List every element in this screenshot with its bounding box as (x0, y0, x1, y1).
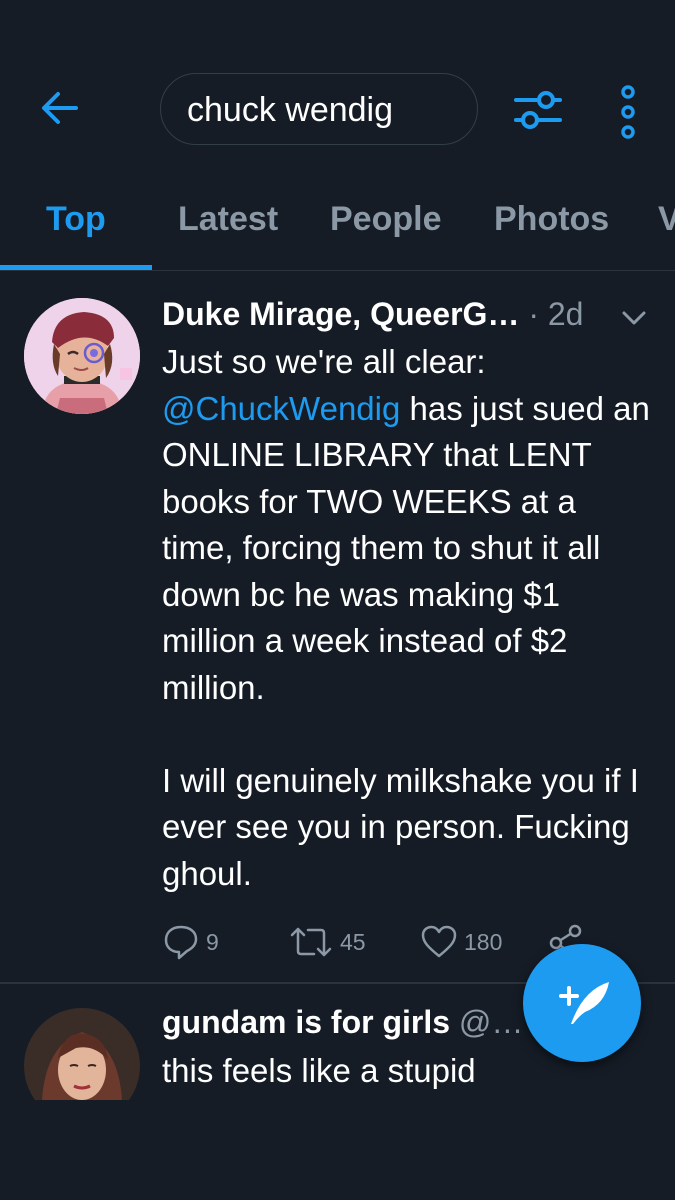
retweet-button[interactable]: 45 (288, 920, 366, 964)
author-handle: @… (458, 1004, 524, 1040)
tab-photos[interactable]: Photos (494, 200, 609, 239)
reply-icon (164, 925, 198, 960)
author-name[interactable]: Duke Mirage, QueerG… (162, 296, 519, 332)
active-tab-indicator (0, 265, 152, 270)
tab-top[interactable]: Top (46, 200, 106, 239)
more-options-icon[interactable] (614, 84, 642, 140)
chevron-down-icon[interactable] (620, 308, 648, 328)
like-count: 180 (464, 928, 503, 955)
timestamp: · 2d (528, 296, 584, 332)
reply-button[interactable]: 9 (162, 920, 219, 964)
search-input[interactable]: chuck wendig (160, 73, 478, 145)
avatar[interactable] (24, 298, 140, 414)
tweet-text-part: Just so we're all clear: (162, 343, 486, 380)
tab-people[interactable]: People (330, 200, 441, 239)
bottom-blank-area (0, 1100, 675, 1200)
compose-feather-icon (559, 982, 609, 1024)
tweet-header: gundam is for girls @… (162, 1004, 523, 1041)
like-button[interactable]: 180 (420, 920, 502, 964)
compose-tweet-button[interactable] (523, 944, 641, 1062)
tab-latest[interactable]: Latest (178, 200, 278, 239)
author-name[interactable]: gundam is for girls (162, 1004, 450, 1040)
tweet-header: Duke Mirage, QueerG… · 2d (162, 296, 583, 333)
reply-count: 9 (206, 928, 219, 955)
back-arrow-icon[interactable] (38, 86, 82, 130)
retweet-count: 45 (340, 928, 366, 955)
search-results-screen: chuck wendig Top Latest People Photos V (0, 0, 675, 1100)
top-bar: chuck wendig (0, 60, 675, 160)
heart-icon (421, 925, 457, 958)
mention-link[interactable]: @ChuckWendig (162, 390, 400, 427)
tweet-text: Just so we're all clear: @ChuckWendig ha… (162, 339, 652, 897)
tweet-text-part: has just sued an ONLINE LIBRARY that LEN… (162, 389, 650, 892)
tab-videos[interactable]: V (658, 200, 675, 239)
avatar[interactable] (24, 1008, 140, 1100)
filter-icon[interactable] (512, 86, 564, 134)
search-tabs: Top Latest People Photos V (0, 186, 675, 271)
retweet-icon (290, 927, 332, 957)
